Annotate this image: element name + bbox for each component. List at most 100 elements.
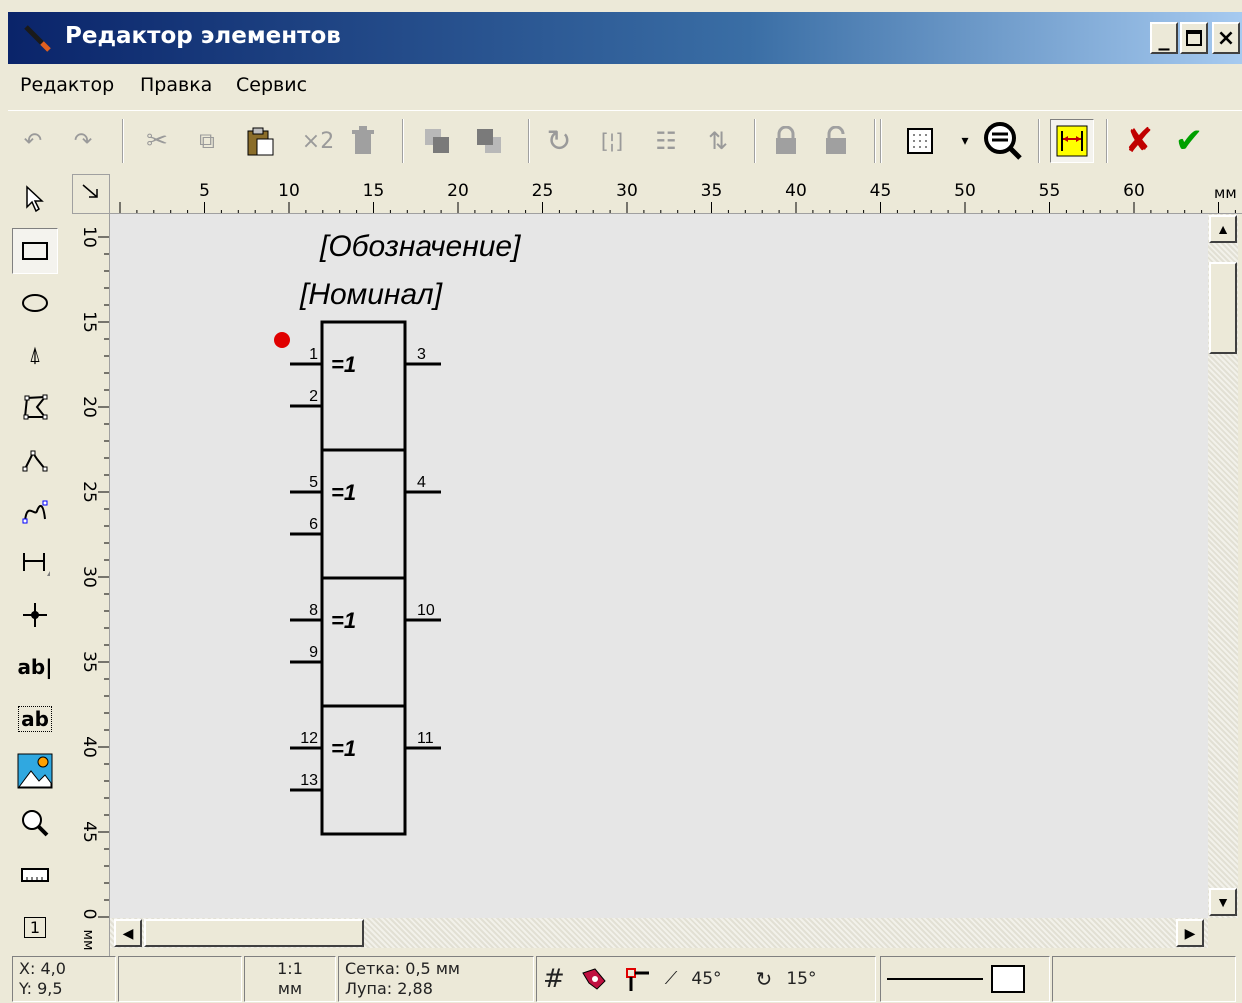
- line-style-preview: [887, 978, 983, 980]
- ruler-tool-icon[interactable]: [12, 852, 58, 898]
- menu-service[interactable]: Сервис: [236, 74, 307, 96]
- scale-panel[interactable]: 1:1 мм: [244, 956, 336, 1002]
- arc-tool-icon[interactable]: ⍋: [12, 332, 58, 378]
- rectangle-tool-icon[interactable]: [12, 228, 58, 274]
- bring-front-icon[interactable]: [422, 121, 452, 161]
- ruler-corner-icon[interactable]: [72, 174, 110, 214]
- mirror-vertical-icon[interactable]: ☷: [648, 121, 684, 161]
- redo-icon[interactable]: ↷: [68, 121, 98, 161]
- ruler-label: 30: [79, 566, 99, 588]
- send-back-icon[interactable]: [474, 121, 504, 161]
- status-bar: X: 4,0 Y: 9,5 1:1 мм Сетка: 0,5 мм Лупа:…: [8, 954, 1242, 1003]
- ruler-label: 55: [1039, 181, 1061, 201]
- ruler-label: 45: [870, 181, 892, 201]
- grid-zoom-panel[interactable]: Сетка: 0,5 мм Лупа: 2,88: [338, 956, 534, 1002]
- window-title: Редактор элементов: [65, 23, 341, 49]
- unlock-icon[interactable]: [820, 121, 852, 161]
- pin-number: 3: [417, 346, 426, 363]
- accept-icon[interactable]: ✔: [1172, 121, 1206, 161]
- status-extra-panel: [1052, 956, 1236, 1002]
- scroll-right-arrow-icon[interactable]: ▶: [1176, 919, 1204, 947]
- angle-snap-value[interactable]: 45°: [691, 969, 721, 989]
- horizontal-scrollbar[interactable]: ◀ ▶: [110, 918, 1208, 948]
- toolbar-separator: [874, 119, 876, 163]
- close-button[interactable]: ×: [1212, 22, 1240, 54]
- zoom-tool-icon[interactable]: [12, 800, 58, 846]
- maximize-button[interactable]: [1180, 22, 1208, 54]
- zoom-value: Лупа: 2,88: [345, 979, 433, 998]
- pin-tool-icon[interactable]: [12, 592, 58, 638]
- paste-icon[interactable]: [242, 121, 278, 161]
- scale-unit: мм: [277, 979, 303, 998]
- dimension-toggle-icon[interactable]: [1050, 119, 1094, 163]
- gate-function-label: =1: [331, 352, 356, 377]
- rotation-step-value[interactable]: 15°: [786, 969, 816, 989]
- image-tool-icon[interactable]: [12, 748, 58, 794]
- toolbar-separator: [880, 119, 882, 163]
- delete-icon[interactable]: [348, 121, 378, 161]
- cursor-coordinates: X: 4,0 Y: 9,5: [12, 956, 116, 1002]
- pin-number: 12: [300, 730, 318, 747]
- fill-style-preview: [991, 965, 1025, 993]
- toolbar-separator: [528, 119, 530, 163]
- gate-box: [320, 320, 407, 452]
- snap-panel: # ⟋ 45° ↻ 15°: [536, 956, 876, 1002]
- polygon-tool-icon[interactable]: [12, 384, 58, 430]
- pin-number: 1: [309, 346, 318, 363]
- grid-snap-icon[interactable]: #: [543, 966, 565, 992]
- copy-icon[interactable]: ⧉: [192, 121, 222, 161]
- rotate-icon[interactable]: ↻: [544, 121, 574, 161]
- pointer-tool-icon[interactable]: [12, 176, 58, 222]
- scroll-down-arrow-icon[interactable]: ▼: [1209, 888, 1237, 916]
- dropdown-arrow-icon[interactable]: ▾: [958, 121, 972, 161]
- scroll-left-arrow-icon[interactable]: ◀: [114, 919, 142, 947]
- menu-editor[interactable]: Редактор: [20, 74, 114, 96]
- pin-number: 13: [300, 772, 318, 789]
- tool-palette: ⍋ ab| ab 1: [8, 172, 68, 952]
- rotation-step-icon[interactable]: ↻: [756, 969, 773, 989]
- origin-marker: [274, 332, 290, 348]
- ruler-label: 10: [79, 226, 99, 248]
- cancel-icon[interactable]: ✘: [1122, 121, 1156, 161]
- number-tool-icon[interactable]: 1: [12, 904, 58, 950]
- mirror-horizontal-icon[interactable]: [¦]: [594, 121, 630, 161]
- pin-snap-icon[interactable]: [623, 965, 651, 993]
- ruler-label: 60: [1123, 181, 1145, 201]
- element-editor-window: Редактор элементов _ × Редактор Правка С…: [8, 12, 1242, 1003]
- gate-function-label: =1: [331, 736, 356, 761]
- lock-icon[interactable]: [770, 121, 802, 161]
- ruler-label: 30: [616, 181, 638, 201]
- scroll-up-arrow-icon[interactable]: ▲: [1209, 215, 1237, 243]
- horizontal-ruler: 5 10 15 20 25 30 35 40 45 50 55 60 мм: [110, 174, 1242, 214]
- horizontal-scroll-thumb[interactable]: [144, 919, 364, 947]
- minimize-button[interactable]: _: [1150, 22, 1178, 54]
- toolbar-separator: [402, 119, 404, 163]
- menu-edit[interactable]: Правка: [140, 74, 212, 96]
- vertical-ruler: 10 15 20 25 30 35 40 45 0 мм: [72, 214, 110, 956]
- vertical-scroll-thumb[interactable]: [1209, 262, 1237, 354]
- text-tool-icon[interactable]: ab|: [12, 644, 58, 690]
- drawing-canvas[interactable]: [Обозначение] [Номинал] =1 1 2 3 =1 5 6 4 =1 8 9 10…: [110, 214, 1208, 918]
- dimension-tool-icon[interactable]: [12, 540, 58, 586]
- text-frame-tool-icon[interactable]: ab: [12, 696, 58, 742]
- angle-snap-icon[interactable]: ⟋: [665, 969, 678, 989]
- gate-box: [320, 576, 407, 708]
- curve-tool-icon[interactable]: [12, 488, 58, 534]
- ruler-label: 50: [954, 181, 976, 201]
- pin-number: 10: [417, 602, 435, 619]
- polyline-tool-icon[interactable]: [12, 436, 58, 482]
- undo-icon[interactable]: ↶: [18, 121, 48, 161]
- ellipse-tool-icon[interactable]: [12, 280, 58, 326]
- vertical-scrollbar[interactable]: ▲ ▼: [1208, 214, 1238, 918]
- grid-select-icon[interactable]: [902, 121, 938, 161]
- cut-icon[interactable]: ✂: [142, 121, 172, 161]
- line-style-panel[interactable]: [880, 956, 1050, 1002]
- cursor-y: Y: 9,5: [19, 979, 63, 998]
- flip-icon[interactable]: ⇅: [698, 121, 738, 161]
- ruler-label: 10: [278, 181, 300, 201]
- zoom-fit-icon[interactable]: [980, 121, 1026, 161]
- magnet-icon[interactable]: [579, 967, 609, 991]
- element-drawing[interactable]: [Обозначение] [Номинал] =1123=1564=18910…: [110, 214, 1208, 918]
- duplicate-icon[interactable]: ×2: [298, 121, 338, 161]
- pin-number: 11: [417, 730, 434, 747]
